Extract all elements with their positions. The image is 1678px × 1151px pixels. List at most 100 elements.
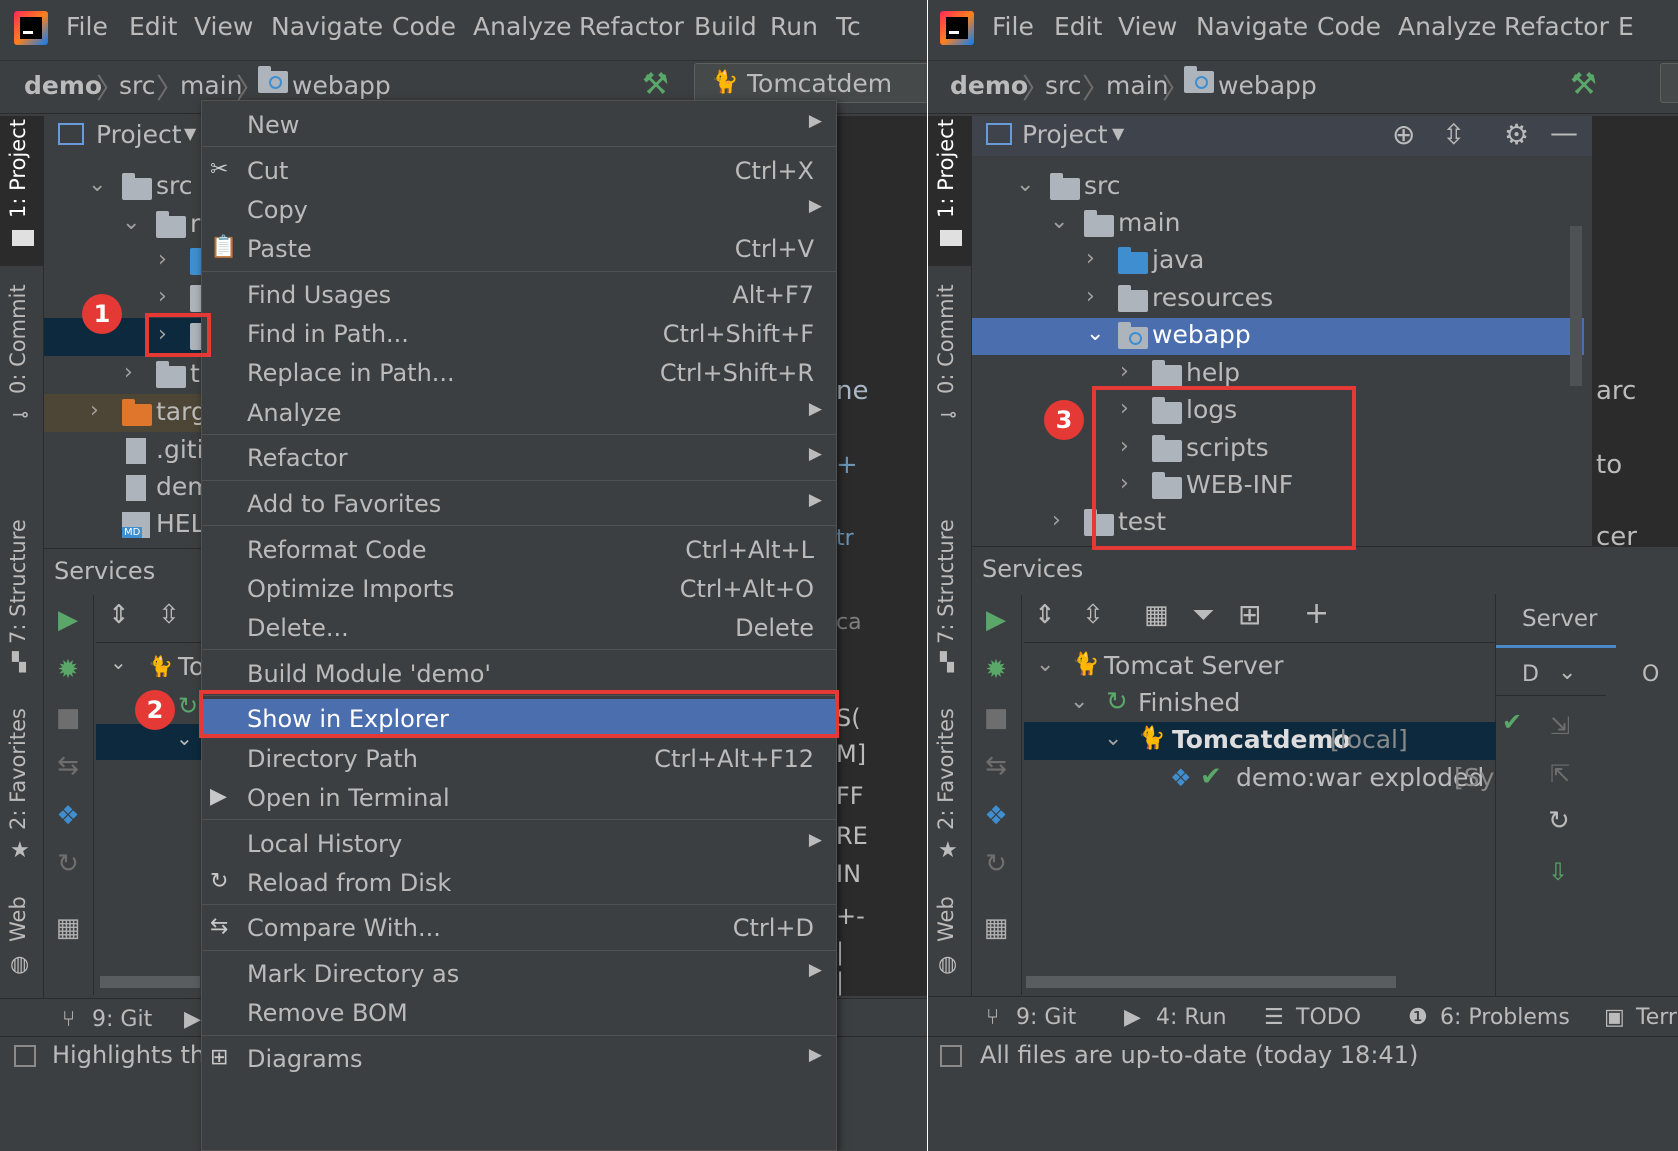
menu-item-paste[interactable]: 📋 Paste Ctrl+V [202,229,836,267]
breadcrumb-webapp[interactable]: webapp [292,71,391,100]
menu-build[interactable]: Build [694,12,757,41]
chevron-right-icon[interactable]: › [1052,508,1061,533]
menu-view[interactable]: View [194,12,253,41]
deploy-dropdown[interactable]: D ⌄ [1496,654,1606,696]
menu-item-local-history[interactable]: Local History ▶ [202,824,836,862]
expand-all-icon[interactable]: ⇕ [1034,600,1056,630]
menu-edit[interactable]: Edit [1054,12,1102,41]
menu-refactor[interactable]: Refactor [579,12,684,41]
chevron-down-icon[interactable]: ▼ [1112,124,1124,143]
tree-row-main[interactable]: ⌄ r [44,206,204,246]
menu-file[interactable]: File [992,12,1034,41]
tree-row-test[interactable]: › t [44,356,204,396]
deploy-icon[interactable]: ⇆ [976,751,1016,781]
horizontal-scrollbar[interactable] [1026,976,1396,988]
tab-web[interactable]: Web [934,896,958,942]
tab-structure[interactable]: 7: Structure [934,519,958,644]
menu-item-diagrams[interactable]: ⊞ Diagrams ▶ [202,1039,836,1077]
collapse-all-icon[interactable]: ⇳ [1082,600,1104,630]
run-config-selector[interactable] [1660,63,1678,103]
menu-code[interactable]: Code [392,12,456,41]
refresh-icon[interactable]: ↻ [976,849,1016,879]
breadcrumb-src[interactable]: src [119,71,156,100]
chevron-down-icon[interactable]: ⌄ [1050,209,1068,234]
breadcrumb-project[interactable]: demo [24,71,102,100]
menu-item-replace-in-path[interactable]: Replace in Path... Ctrl+Shift+R [202,353,836,391]
gear-icon[interactable]: ⚙ [1504,118,1529,151]
breadcrumb-main[interactable]: main [180,71,242,100]
tree-row-java[interactable]: › [44,243,220,283]
tab-project[interactable]: 1: Project [6,119,30,218]
chevron-right-icon[interactable]: › [124,360,133,385]
tree-row-help-md[interactable]: MD HEL [44,506,205,546]
locate-icon[interactable]: ⊕ [1392,118,1415,151]
tab-commit[interactable]: 0: Commit [934,284,958,394]
chevron-right-icon[interactable]: › [1086,284,1095,309]
chevron-right-icon[interactable]: › [158,284,167,309]
tree-row-demo-iml[interactable]: dem [44,469,212,509]
chevron-down-icon[interactable]: ⌄ [176,726,193,750]
menu-edit[interactable]: Edit [129,12,177,41]
run-icon[interactable]: ▶ [48,605,88,635]
chevron-right-icon[interactable]: › [1120,434,1129,459]
run-icon[interactable]: ▶ [976,605,1016,635]
undeploy-icon[interactable]: ⇱ [1550,760,1570,788]
menu-navigate[interactable]: Navigate [1196,12,1308,41]
service-row-artifact[interactable]: ❖ ✔ demo:war exploded [Syn [1024,760,1510,800]
tab-structure[interactable]: 7: Structure [6,519,30,644]
menu-item-reload-from-disk[interactable]: ↻ Reload from Disk [202,863,836,901]
chevron-down-icon[interactable]: ⌄ [1070,689,1088,714]
new-group-icon[interactable]: ⊞ [1238,598,1261,631]
tree-row-src[interactable]: ⌄ src [44,168,204,208]
menu-item-find-in-path[interactable]: Find in Path... Ctrl+Shift+F [202,314,836,352]
refresh-icon[interactable]: ↻ [1548,806,1570,836]
deploy-icon[interactable]: ⇲ [1550,712,1570,740]
tree-row-gitignore[interactable]: .giti [44,432,204,472]
tab-run[interactable]: 4: Run [1156,1005,1227,1030]
tab-favorites[interactable]: 2: Favorites [6,708,30,830]
filter-icon[interactable]: ⏷ [1192,598,1214,632]
tree-row-resources[interactable]: › resources [972,280,1592,320]
menu-file[interactable]: File [66,12,108,41]
layout-icon[interactable]: ▦ [48,913,88,943]
collapse-all-icon[interactable]: ⇳ [1442,118,1465,151]
chevron-down-icon[interactable]: ⌄ [1104,726,1122,751]
menu-analyze[interactable]: Analyze [1398,12,1497,41]
tree-row-resources[interactable]: › [44,280,220,320]
run-icon[interactable]: ▶ [184,1007,201,1032]
breadcrumb-src[interactable]: src [1045,71,1082,100]
tab-problems[interactable]: 6: Problems [1440,1005,1570,1030]
toggle-panels-icon[interactable] [14,1045,36,1067]
chevron-right-icon[interactable]: › [1120,359,1129,384]
menu-view[interactable]: View [1118,12,1177,41]
menu-item-new[interactable]: New ▶ [202,105,836,143]
service-row-tomcat[interactable]: ⌄ 🐈 Tomcat Server [1024,648,1496,688]
menu-build[interactable]: E [1618,12,1634,41]
build-hammer-icon[interactable]: ⚒ [1570,67,1597,102]
menu-item-mark-directory-as[interactable]: Mark Directory as ▶ [202,954,836,992]
tab-web[interactable]: Web [6,896,30,942]
chevron-right-icon[interactable]: › [90,398,99,423]
menu-item-remove-bom[interactable]: Remove BOM [202,993,836,1031]
breadcrumb-project[interactable]: demo [950,71,1028,100]
breadcrumb-webapp[interactable]: webapp [1218,71,1317,100]
chevron-down-icon[interactable]: ⌄ [88,172,106,197]
tree-row-webapp[interactable]: › [44,318,220,358]
artifact-icon[interactable]: ❖ [976,801,1016,831]
expand-all-icon[interactable]: ⇕ [108,600,130,630]
service-row-tomcatdemo[interactable]: ⌄ 🐈 Tomcatdemo [local] [1024,722,1496,762]
stop-icon[interactable]: ■ [976,703,1016,733]
minimize-icon[interactable]: — [1550,116,1578,149]
tree-row-web-inf[interactable]: › WEB-INF [972,467,1592,507]
tab-terminal[interactable]: Terr [1636,1005,1677,1030]
tree-row-test[interactable]: › test [972,504,1592,544]
menu-analyze[interactable]: Analyze [473,12,572,41]
add-icon[interactable]: + [1304,596,1329,631]
refresh-icon[interactable]: ↻ [48,849,88,879]
menu-item-find-usages[interactable]: Find Usages Alt+F7 [202,275,836,313]
horizontal-scrollbar[interactable] [100,976,200,988]
menu-item-delete[interactable]: Delete... Delete [202,608,836,646]
menu-item-directory-path[interactable]: Directory Path Ctrl+Alt+F12 [202,739,836,777]
menu-item-show-in-explorer[interactable]: Show in Explorer [202,699,836,738]
chevron-right-icon[interactable]: › [1086,246,1095,271]
